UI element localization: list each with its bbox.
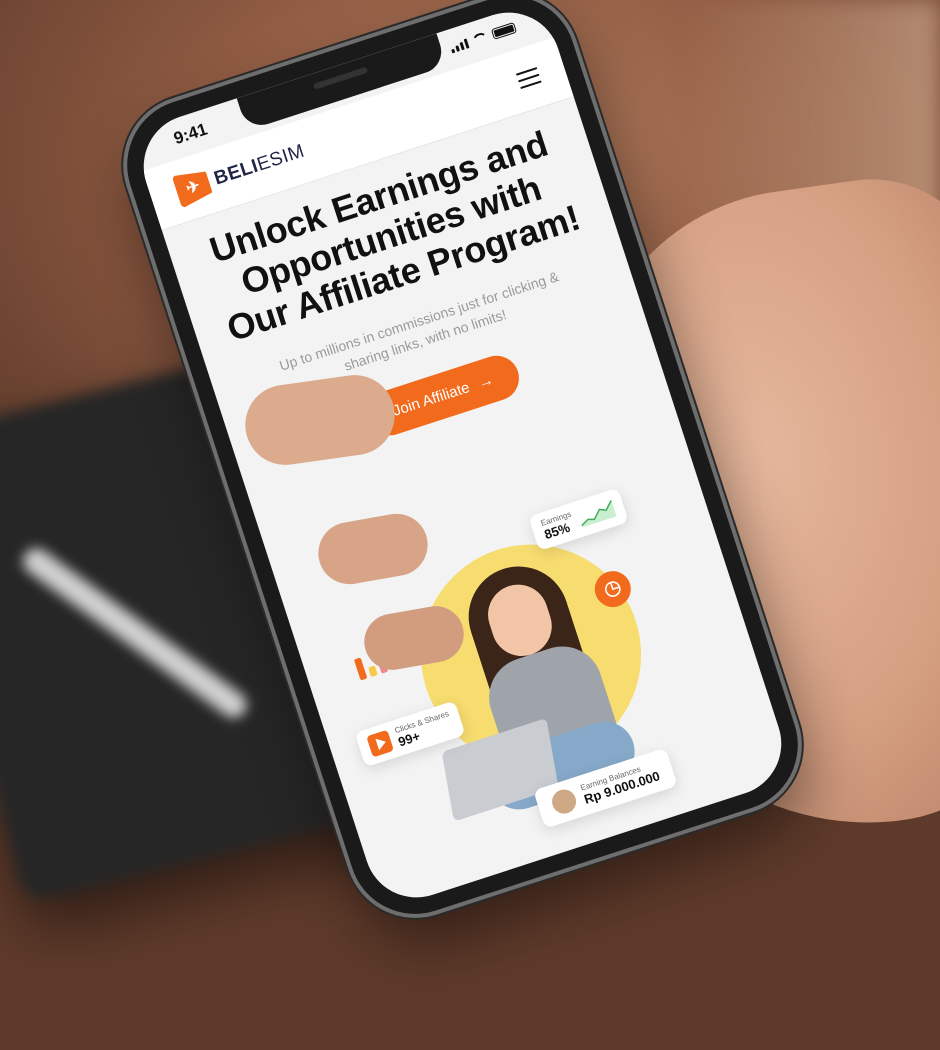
logo[interactable]: ✈ BELIESIM xyxy=(172,135,310,209)
join-affiliate-label: Join Affiliate xyxy=(390,379,472,420)
plane-logo-icon: ✈ xyxy=(172,166,215,209)
arrow-right-icon: → xyxy=(476,371,496,393)
status-time: 9:41 xyxy=(171,119,210,149)
signal-icon xyxy=(449,38,470,54)
earnings-card: Earnings 85% xyxy=(528,487,629,551)
logo-text: BELIESIM xyxy=(211,140,308,190)
wifi-icon xyxy=(470,30,490,47)
play-icon xyxy=(366,729,395,758)
sparkline-icon xyxy=(580,500,617,528)
hamburger-icon[interactable] xyxy=(515,67,542,90)
status-icons xyxy=(449,21,518,54)
avatar xyxy=(548,786,580,817)
battery-icon xyxy=(490,21,518,40)
